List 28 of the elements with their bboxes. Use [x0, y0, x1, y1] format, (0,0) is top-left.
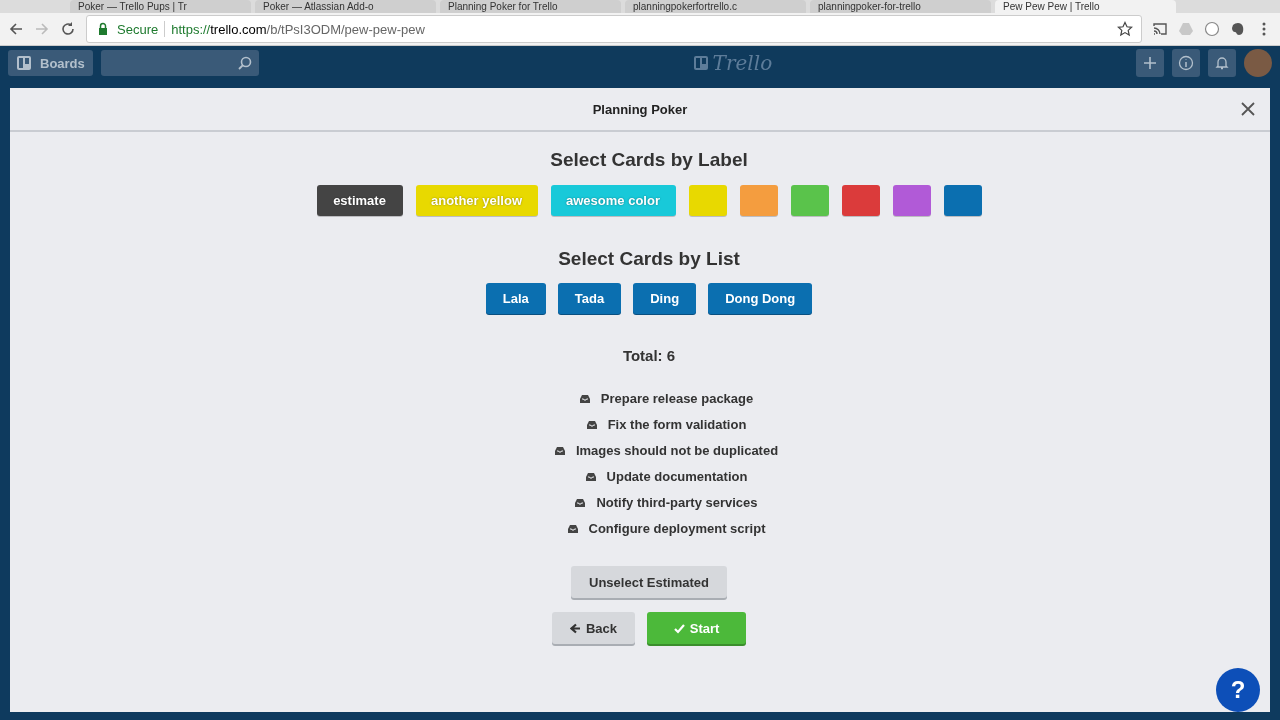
card-title: Notify third-party services [596, 495, 758, 510]
card-title: Configure deployment script [588, 521, 766, 536]
browser-tab[interactable]: Planning Poker for Trello [440, 0, 621, 13]
list-button[interactable]: Lala [485, 283, 546, 314]
list-button[interactable]: Ding [633, 283, 697, 314]
browser-tab[interactable]: planningpokerfortrello.c [625, 0, 806, 13]
list-button[interactable]: Tada [557, 283, 622, 314]
dialog-title: Planning Poker [592, 101, 688, 117]
total-count: Total: 6 [622, 347, 676, 364]
section-heading: Select Cards by List [558, 248, 740, 270]
card-title: Prepare release package [600, 391, 754, 406]
back-button[interactable]: Back [551, 612, 636, 644]
list-button[interactable]: Dong Dong [708, 283, 813, 314]
browser-tab[interactable]: Pew Pew Pew | Trello [995, 0, 1176, 13]
label-chip[interactable]: estimate [316, 185, 403, 216]
browser-tab[interactable]: planningpoker-for-trello [810, 0, 991, 13]
browser-tab[interactable]: Poker — Atlassian Add-o [255, 0, 436, 13]
card-title: Fix the form validation [607, 417, 747, 432]
browser-tab[interactable]: Poker — Trello Pups | Tr [70, 0, 251, 13]
unselect-button[interactable]: Unselect Estimated [571, 566, 727, 598]
url-text: https://trello.com/b/tPsI3ODM/pew-pew-pew [171, 21, 425, 37]
logo-text: Trello [712, 51, 773, 75]
boards-button[interactable]: Boards [8, 50, 93, 76]
secure-label: Secure [117, 21, 159, 37]
card-title: Images should not be duplicated [575, 443, 779, 458]
address-bar[interactable]: Secure https://trello.com/b/tPsI3ODM/pew-pew-pew [86, 15, 1142, 43]
section-heading: Select Cards by Label [550, 149, 748, 171]
card-title: Update documentation [606, 469, 748, 484]
